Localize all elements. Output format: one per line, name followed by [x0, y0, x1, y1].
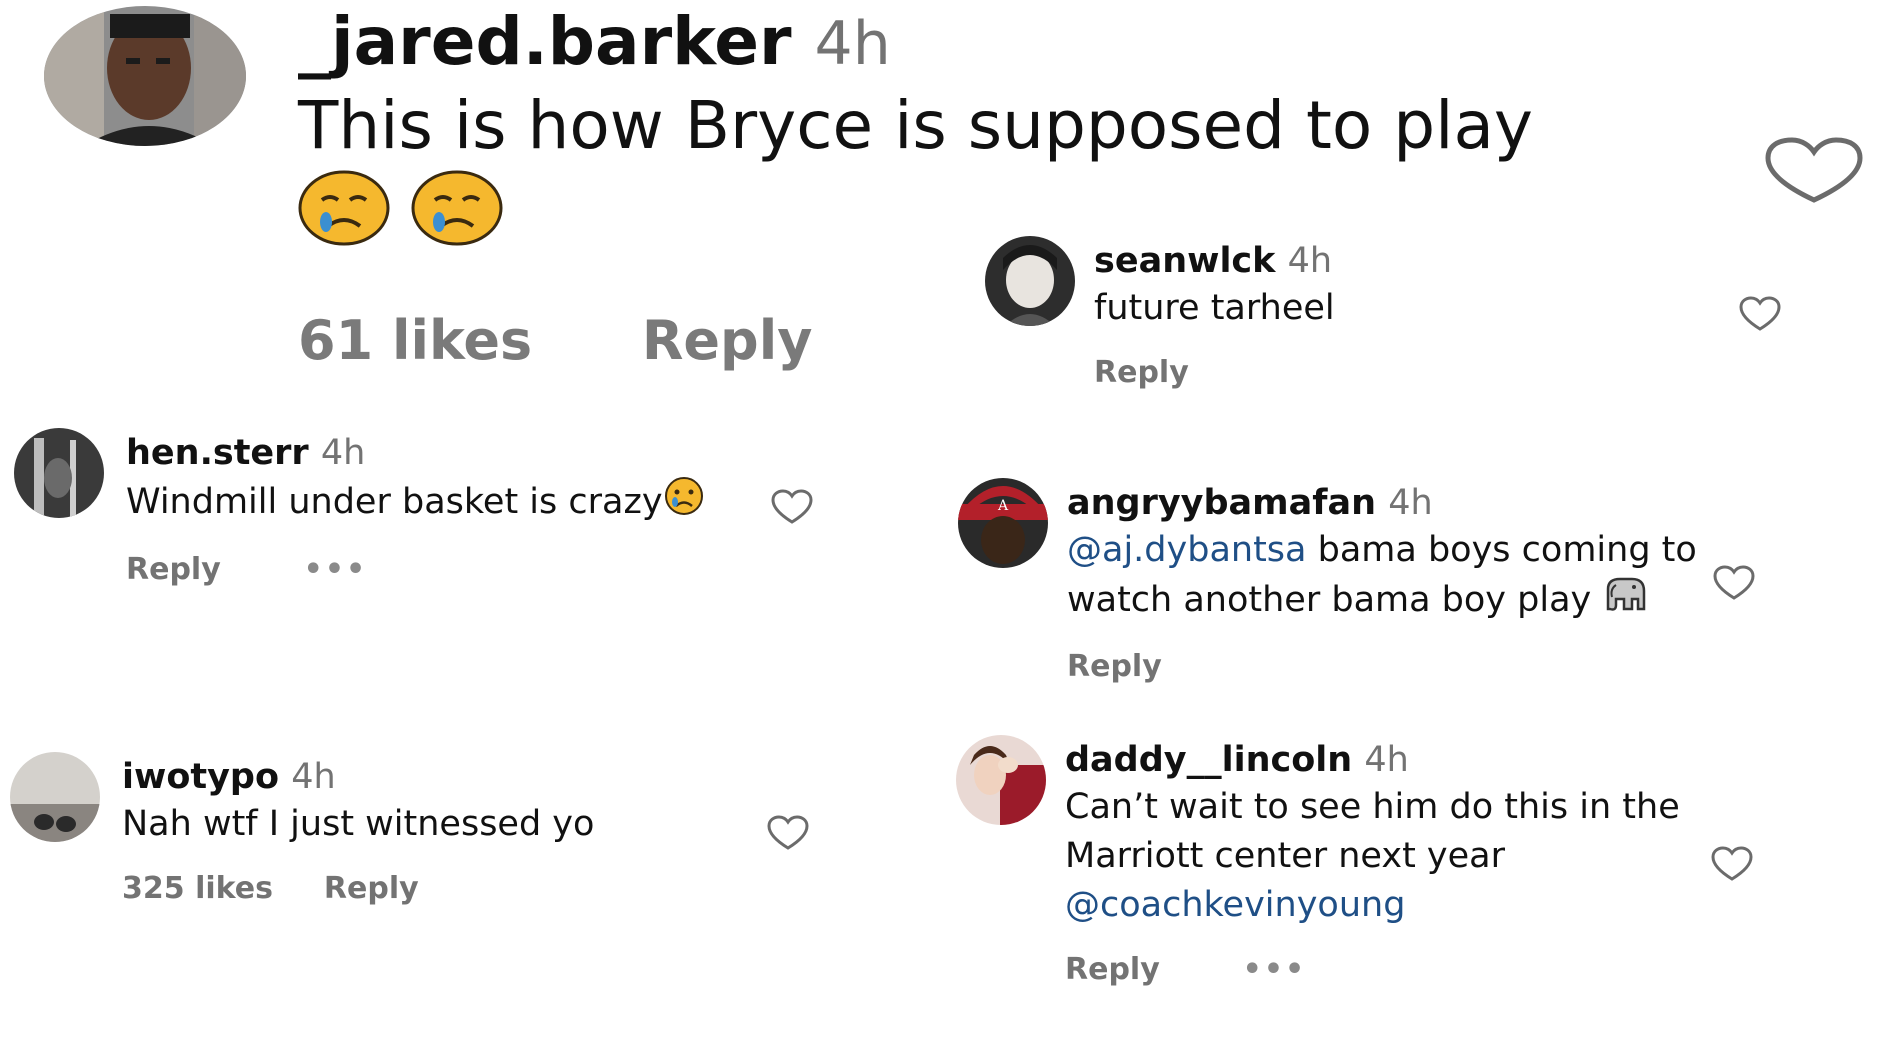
- username[interactable]: hen.sterr: [126, 433, 309, 473]
- crying-face-emoji: [411, 168, 503, 268]
- likes-count[interactable]: 61 likes: [298, 306, 532, 376]
- reply-button[interactable]: Reply: [1094, 353, 1189, 393]
- like-heart-icon[interactable]: [1738, 295, 1782, 333]
- reply-button[interactable]: Reply: [642, 306, 813, 376]
- username[interactable]: seanwlck: [1094, 241, 1275, 281]
- mention-link[interactable]: @coachkevinyoung: [1065, 885, 1405, 925]
- reply-button[interactable]: Reply: [1065, 950, 1160, 990]
- more-options-icon[interactable]: •••: [1243, 950, 1307, 990]
- svg-text:A: A: [997, 498, 1009, 514]
- likes-count[interactable]: 325 likes: [122, 869, 273, 909]
- comment-text: future tarheel: [1094, 288, 1335, 328]
- username[interactable]: _jared.barker: [298, 3, 792, 80]
- timestamp: 4h: [1364, 740, 1409, 780]
- like-heart-icon[interactable]: [1710, 845, 1754, 883]
- timestamp: 4h: [320, 433, 366, 473]
- comment-text-content: This is how Bryce is supposed to play: [298, 87, 1533, 164]
- username[interactable]: angryybamafan: [1067, 483, 1376, 523]
- reply-button[interactable]: Reply: [1067, 647, 1162, 687]
- timestamp: 4h: [814, 9, 891, 79]
- avatar[interactable]: [44, 6, 246, 146]
- avatar[interactable]: [10, 752, 100, 842]
- username[interactable]: daddy__lincoln: [1065, 740, 1352, 780]
- reply-button[interactable]: Reply: [324, 869, 419, 909]
- comment-text: Windmill under basket is crazy: [126, 476, 726, 530]
- avatar[interactable]: [14, 428, 104, 518]
- comment-text: Can’t wait to see him do this in the Mar…: [1065, 783, 1705, 930]
- avatar[interactable]: [956, 735, 1046, 825]
- comment-text: Nah wtf I just witnessed yo: [122, 804, 595, 844]
- comment-text: @aj.dybantsa bama boys coming to watch a…: [1067, 526, 1707, 627]
- timestamp: 4h: [291, 757, 336, 797]
- like-heart-icon[interactable]: [770, 488, 814, 526]
- mention-link[interactable]: @aj.dybantsa: [1067, 530, 1306, 570]
- sad-face-emoji: [663, 476, 705, 530]
- avatar[interactable]: [985, 236, 1075, 326]
- more-options-icon[interactable]: •••: [304, 550, 368, 590]
- comment-text-content: Windmill under basket is crazy: [126, 482, 663, 522]
- timestamp: 4h: [1287, 241, 1333, 281]
- timestamp: 4h: [1388, 483, 1433, 523]
- comment-text-content: Can’t wait to see him do this in the Mar…: [1065, 787, 1680, 876]
- like-heart-icon[interactable]: [1712, 564, 1756, 602]
- avatar[interactable]: A: [958, 478, 1048, 568]
- crying-face-emoji: [298, 168, 390, 268]
- username[interactable]: iwotypo: [122, 757, 279, 797]
- reply-button[interactable]: Reply: [126, 550, 221, 590]
- elephant-emoji: [1602, 575, 1648, 627]
- like-heart-icon[interactable]: [1764, 136, 1864, 206]
- avatar-image: [44, 6, 246, 146]
- like-heart-icon[interactable]: [766, 814, 810, 852]
